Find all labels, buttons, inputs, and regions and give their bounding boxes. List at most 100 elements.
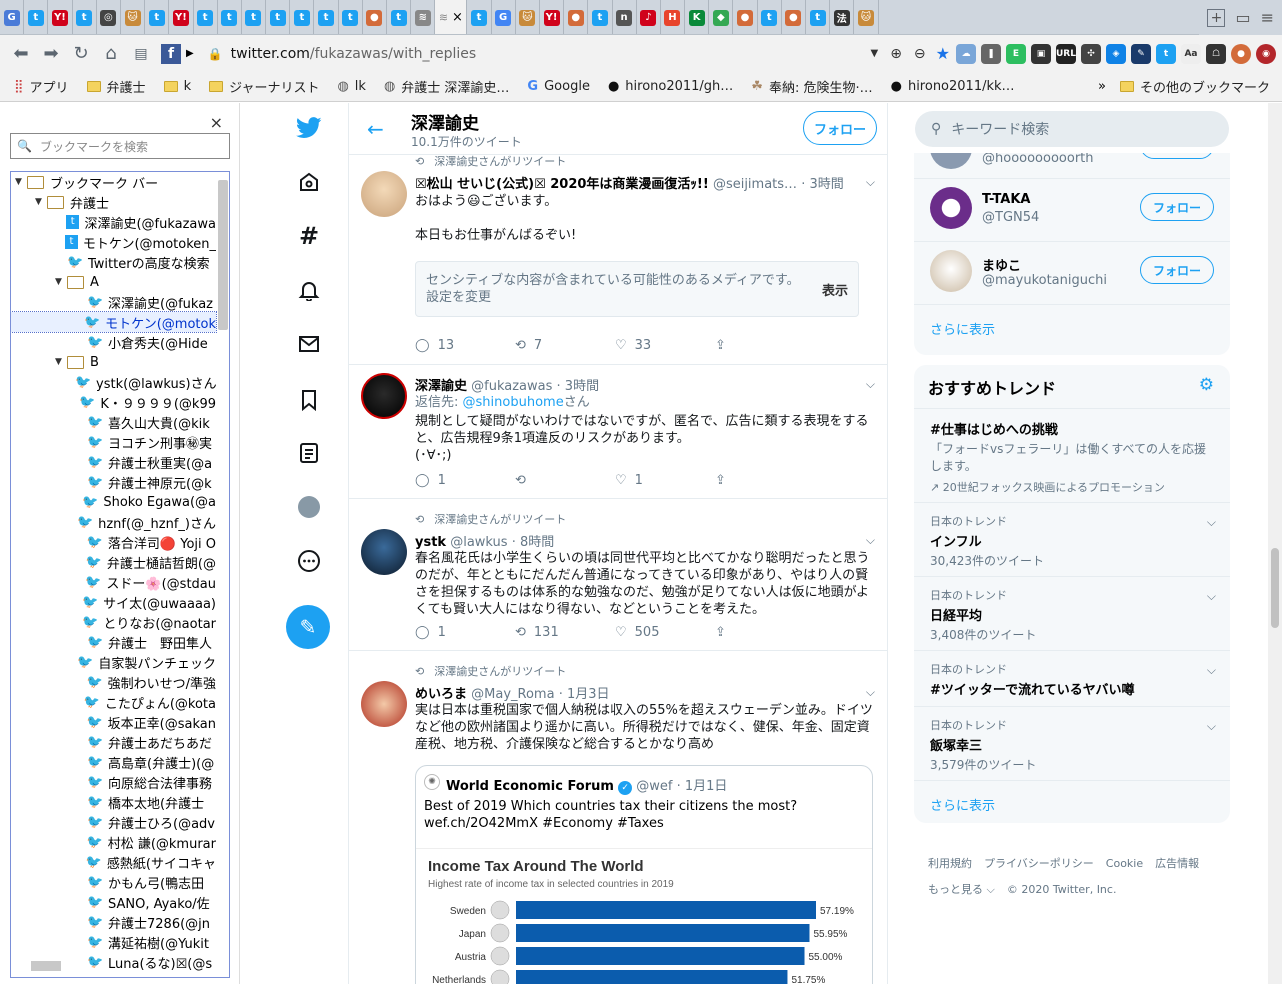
settings-gear-icon[interactable]: ⚙ xyxy=(1199,375,1214,395)
bookmark-item[interactable]: ◍ 弁護士 深澤諭史… xyxy=(384,77,509,96)
browser-tab[interactable]: 法 xyxy=(830,0,855,34)
avatar[interactable] xyxy=(930,187,972,229)
suggestion-name[interactable]: まゆこ xyxy=(982,255,1021,274)
reply-to-handle[interactable]: @shinobuhome xyxy=(463,395,564,410)
evernote-icon[interactable]: E xyxy=(1006,43,1026,64)
browser-tab[interactable]: t xyxy=(467,0,492,34)
suggestion-handle[interactable]: @hooooooooorth xyxy=(982,153,1094,166)
follow-suggestion[interactable]: T-TAKA @TGN54 フォロー xyxy=(914,179,1230,242)
explore-icon[interactable]: # xyxy=(296,222,322,250)
author-handle[interactable]: @lawkus xyxy=(450,535,507,550)
trend-item[interactable]: 日本のトレンド 飯塚幸三 3,579件のツイート ⌵ xyxy=(914,707,1230,781)
suggestion-handle[interactable]: @mayukotaniguchi xyxy=(982,273,1107,288)
bookmark-item[interactable]: ◍ lk xyxy=(337,79,365,94)
bookmark-folder[interactable]: ▼ B xyxy=(11,352,216,372)
new-tab-icon[interactable]: + xyxy=(1207,8,1226,27)
reply-button[interactable]: ◯ 13 xyxy=(415,338,515,353)
bookmark-entry[interactable]: 🐦 スドー🌸(@stdau xyxy=(11,572,216,592)
facebook-icon[interactable]: f xyxy=(156,40,186,68)
bookmark-entry[interactable]: t 深澤諭史(@fukazawa xyxy=(11,212,216,232)
author-name[interactable]: めいろま xyxy=(415,687,467,702)
bookmark-entry[interactable]: 🐦 弁護士あだちあだ xyxy=(11,732,216,752)
bookmark-folder[interactable]: ▼ 弁護士 xyxy=(11,192,216,212)
like-button[interactable]: ♡ 1 xyxy=(615,473,715,488)
tree-scrollbar[interactable] xyxy=(218,180,228,330)
chevron-down-icon[interactable]: ⌵ xyxy=(1207,663,1216,678)
tweet[interactable]: ⟲ 深澤諭史さんがリツイート ystk @lawkus · 8時間 ⌵ 春名風花氏… xyxy=(349,499,887,651)
avatar[interactable] xyxy=(930,250,972,292)
bookmark-entry[interactable]: 🐦 向原総合法律事務 xyxy=(11,772,216,792)
avatar[interactable] xyxy=(361,373,407,419)
author-name[interactable]: ☒松山 せいじ(公式)☒ 2020年は商業漫画復活ｯ!! xyxy=(415,177,709,192)
expand-caret-icon[interactable]: ▼ xyxy=(15,177,27,187)
bookmark-entry[interactable]: 🐦 ystk(@lawkus)さん xyxy=(11,372,216,392)
reply-button[interactable]: ◯ 1 xyxy=(415,625,515,640)
edit-ext-icon[interactable]: ✎ xyxy=(1131,43,1151,64)
bookmark-ext-icon[interactable]: ❚ xyxy=(981,43,1001,64)
bookmark-entry[interactable]: 🐦 弁護士神原元(@k xyxy=(11,472,216,492)
close-tab-icon[interactable]: × xyxy=(452,10,463,25)
trend-item[interactable]: 日本のトレンド #ツイッターで流れているヤバい噂 ⌵ xyxy=(914,651,1230,707)
follow-button[interactable]: フォロー xyxy=(803,111,877,145)
page-scrollbar[interactable] xyxy=(1268,103,1282,984)
author-handle[interactable]: @seijimats… xyxy=(713,177,797,192)
browser-tab[interactable]: ● xyxy=(733,0,758,34)
suggestion-name[interactable]: T-TAKA xyxy=(982,192,1031,207)
bookmark-item[interactable]: G Google xyxy=(527,79,590,94)
browser-tab[interactable]: t xyxy=(588,0,613,34)
bookmark-item[interactable]: ● hirono2011/kk… xyxy=(891,79,1015,94)
author-name[interactable]: ystk xyxy=(415,535,446,550)
tweet[interactable]: 深澤諭史 @fukazawas · 3時間 ⌵ 返信先: @shinobuhom… xyxy=(349,365,887,499)
bookmark-entry[interactable]: 🐦 深澤諭史(@fukaz xyxy=(11,292,216,312)
quoted-tweet[interactable]: ✺ World Economic Forum ✓ @wef · 1月1日 Bes… xyxy=(415,765,873,984)
author-handle[interactable]: @May_Roma xyxy=(471,687,554,702)
browser-tab[interactable]: t xyxy=(145,0,170,34)
reload-icon[interactable]: ↻ xyxy=(66,40,96,68)
bookmark-item[interactable]: 弁護士 xyxy=(86,77,146,96)
zoom-in-icon[interactable]: ⊕ xyxy=(890,46,902,62)
tweet-time[interactable]: · 8時間 xyxy=(512,535,555,550)
follow-button[interactable]: フォロー xyxy=(1140,193,1214,221)
browser-tab[interactable]: 🐱 xyxy=(854,0,879,34)
follow-suggestion[interactable]: まゆこ @mayukotaniguchi フォロー xyxy=(914,242,1230,305)
more-icon[interactable] xyxy=(296,548,322,574)
browser-tab[interactable]: ● xyxy=(782,0,806,34)
chevron-down-icon[interactable]: ⌵ xyxy=(1207,719,1216,734)
browser-tab[interactable]: t xyxy=(314,0,339,34)
bookmark-entry[interactable]: t モトケン(@motoken_ xyxy=(11,232,216,252)
bookmark-entry[interactable]: 🐦 村松 謙(@kmurar xyxy=(11,832,216,852)
tweet[interactable]: ⟲ 深澤諭史さんがリツイート ☒松山 せいじ(公式)☒ 2020年は商業漫画復活ｯ… xyxy=(349,155,887,365)
bookmark-entry[interactable]: 🐦 喜久山大貴(@kik xyxy=(11,412,216,432)
gear-ext-icon[interactable]: ✣ xyxy=(1081,43,1101,64)
footer-link[interactable]: 利用規約 xyxy=(928,857,972,870)
author-name[interactable]: 深澤諭史 xyxy=(415,379,467,394)
avatar[interactable] xyxy=(361,171,407,217)
bookmark-entry[interactable]: 🐦 弁護士樋詰哲朗(@ xyxy=(11,552,216,572)
browser-tab[interactable]: t xyxy=(339,0,363,34)
browser-tab[interactable]: H xyxy=(661,0,686,34)
browser-tab[interactable]: ◆ xyxy=(709,0,734,34)
retweet-button[interactable]: ⟲ 131 xyxy=(515,625,615,640)
bookmark-entry[interactable]: 🐦 ヨコチン刑事㊙実 xyxy=(11,432,216,452)
browser-tab[interactable]: t xyxy=(758,0,782,34)
bookmark-entry[interactable]: 🐦 坂本正幸(@sakan xyxy=(11,712,216,732)
chevron-down-icon[interactable]: ⌵ xyxy=(866,685,875,700)
bookmark-entry[interactable]: 🐦 弁護士 野田隼人 xyxy=(11,632,216,652)
show-more-link[interactable]: さらに表示 xyxy=(914,781,1230,823)
lock-ext-icon[interactable]: ▣ xyxy=(1031,43,1051,64)
browser-tab[interactable]: t xyxy=(24,0,49,34)
bookmarks-overflow-icon[interactable]: » xyxy=(1098,79,1106,94)
browser-tab[interactable]: t xyxy=(242,0,267,34)
bookmark-entry[interactable]: 🐦 弁護士秋重実(@a xyxy=(11,452,216,472)
bookmark-entry[interactable]: 🐦 hznf(@_hznf_)さん xyxy=(11,512,216,532)
footer-link[interactable]: Cookie xyxy=(1106,857,1143,870)
zoom-out-icon[interactable]: ⊖ xyxy=(914,46,926,62)
footer-link[interactable]: プライバシーポリシー xyxy=(984,857,1094,870)
follow-suggestion[interactable]: @hooooooooorth xyxy=(914,153,1230,179)
bookmark-entry[interactable]: 🐦 サイ太(@uwaaaa) xyxy=(11,592,216,612)
browser-tab[interactable]: K xyxy=(685,0,710,34)
browser-tab[interactable]: ≋ xyxy=(411,0,436,34)
profile-icon[interactable]: ◉ xyxy=(1256,43,1276,64)
reply-button[interactable]: ◯ 1 xyxy=(415,473,515,488)
bookmark-entry[interactable]: 🐦 モトケン(@motok xyxy=(11,311,217,333)
